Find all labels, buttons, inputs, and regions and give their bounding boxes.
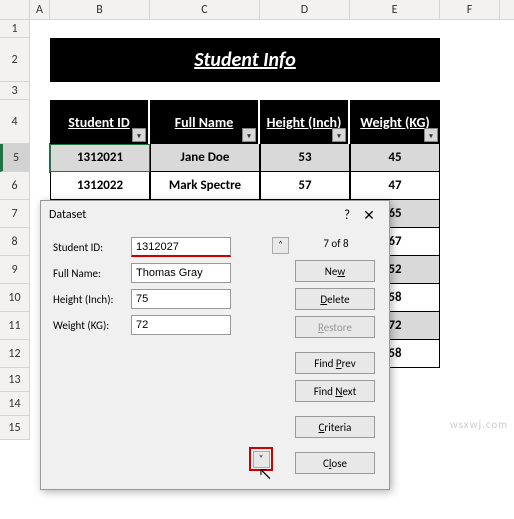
close-icon[interactable]: ✕ xyxy=(357,207,381,224)
highlight-box: ˅ xyxy=(249,447,273,471)
scroll-up-icon[interactable]: ˄ xyxy=(272,237,289,254)
dialog-title: Dataset xyxy=(49,208,337,222)
cell-c6[interactable]: Mark Spectre xyxy=(150,172,260,200)
cell-c5[interactable]: Jane Doe xyxy=(150,144,260,172)
filter-icon[interactable]: ▾ xyxy=(424,128,438,142)
label-full-name: Full Name: xyxy=(53,267,131,280)
filter-icon[interactable]: ▾ xyxy=(242,128,256,142)
row-header-8[interactable]: 8 xyxy=(0,228,29,256)
title-cell[interactable]: Student Info xyxy=(50,38,440,82)
record-counter: 7 of 8 xyxy=(295,237,377,250)
header-weight[interactable]: Weight (KG)▾ xyxy=(350,100,440,144)
row-header-14[interactable]: 14 xyxy=(0,392,29,416)
input-height[interactable] xyxy=(131,289,231,309)
row-header-10[interactable]: 10 xyxy=(0,284,29,312)
close-button[interactable]: Close xyxy=(295,452,375,474)
row-header-1[interactable]: 1 xyxy=(0,20,29,38)
record-scrollbar[interactable]: ˄ xyxy=(272,237,289,480)
dialog-titlebar[interactable]: Dataset ? ✕ xyxy=(41,201,389,229)
delete-button[interactable]: Delete xyxy=(295,288,375,310)
row-header-2[interactable]: 2 xyxy=(0,38,29,82)
row-header-12[interactable]: 12 xyxy=(0,340,29,368)
col-header-b[interactable]: B xyxy=(50,0,150,19)
criteria-button[interactable]: Criteria xyxy=(295,416,375,438)
label-height: Height (Inch): xyxy=(53,293,131,306)
cell-e6[interactable]: 47 xyxy=(350,172,440,200)
find-next-button[interactable]: Find Next xyxy=(295,380,375,402)
help-button[interactable]: ? xyxy=(337,208,357,223)
col-header-e[interactable]: E xyxy=(350,0,440,19)
col-header-f[interactable]: F xyxy=(440,0,500,19)
cell-d5[interactable]: 53 xyxy=(260,144,350,172)
row-header-15[interactable]: 15 xyxy=(0,416,29,440)
data-form-dialog: Dataset ? ✕ Student ID: Full Name: Heigh… xyxy=(40,200,390,490)
row-header-11[interactable]: 11 xyxy=(0,312,29,340)
row-headers: 1 2 3 4 5 6 7 8 9 10 11 12 13 14 15 xyxy=(0,20,30,440)
cell-b5[interactable]: 1312021 xyxy=(50,144,150,172)
watermark: wsxwj.com xyxy=(450,418,508,431)
input-weight[interactable] xyxy=(131,315,231,335)
row-header-9[interactable]: 9 xyxy=(0,256,29,284)
col-header-d[interactable]: D xyxy=(260,0,350,19)
label-student-id: Student ID: xyxy=(53,241,131,254)
cell-e5[interactable]: 45 xyxy=(350,144,440,172)
column-headers: A B C D E F xyxy=(0,0,514,20)
row-header-3[interactable]: 3 xyxy=(0,82,29,100)
filter-icon[interactable]: ▾ xyxy=(332,128,346,142)
header-student-id[interactable]: Student ID▾ xyxy=(50,100,150,144)
input-student-id[interactable] xyxy=(131,237,231,257)
find-prev-button[interactable]: Find Prev xyxy=(295,352,375,374)
input-full-name[interactable] xyxy=(131,263,231,283)
scroll-down-icon[interactable]: ˅ xyxy=(253,451,270,468)
row-header-5[interactable]: 5 xyxy=(0,144,29,172)
filter-icon[interactable]: ▾ xyxy=(132,128,146,142)
row-header-6[interactable]: 6 xyxy=(0,172,29,200)
col-header-c[interactable]: C xyxy=(150,0,260,19)
col-header-a[interactable]: A xyxy=(30,0,50,19)
row-header-13[interactable]: 13 xyxy=(0,368,29,392)
label-weight: Weight (KG): xyxy=(53,319,131,332)
row-header-4[interactable]: 4 xyxy=(0,100,29,144)
cell-b6[interactable]: 1312022 xyxy=(50,172,150,200)
cell-d6[interactable]: 57 xyxy=(260,172,350,200)
header-height[interactable]: Height (Inch)▾ xyxy=(260,100,350,144)
select-all-corner[interactable] xyxy=(0,0,30,19)
new-button[interactable]: New xyxy=(295,260,375,282)
row-header-7[interactable]: 7 xyxy=(0,200,29,228)
header-full-name[interactable]: Full Name▾ xyxy=(150,100,260,144)
restore-button: Restore xyxy=(295,316,375,338)
